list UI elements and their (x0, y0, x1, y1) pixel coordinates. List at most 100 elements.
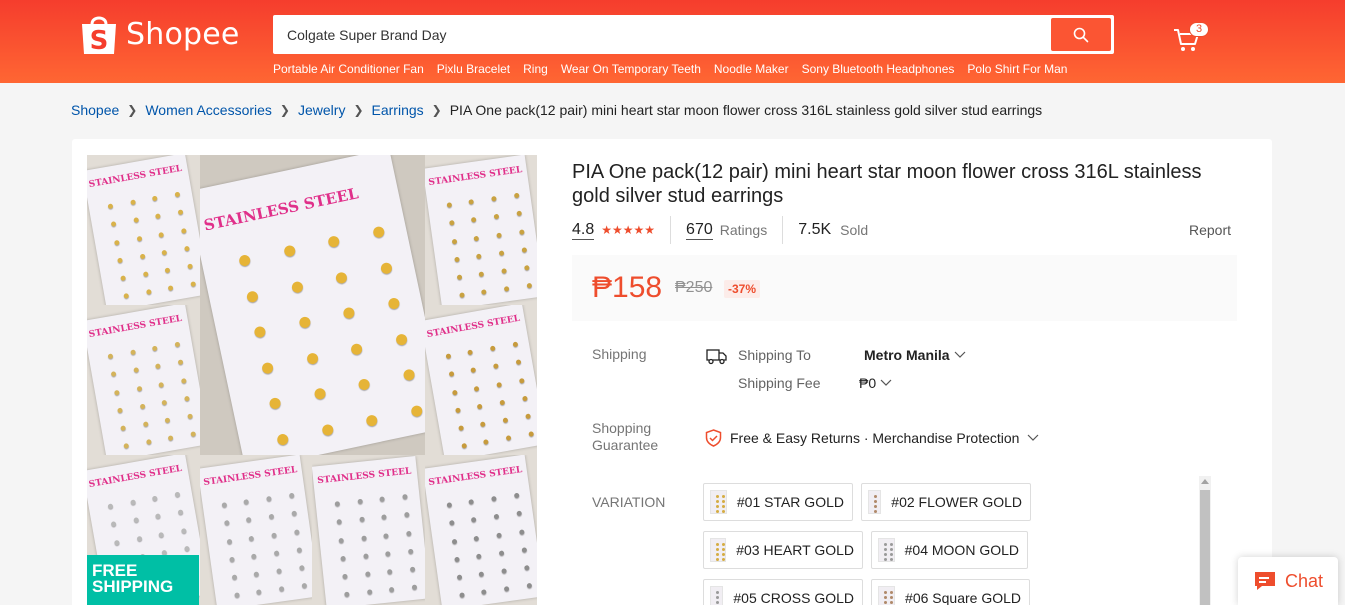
variation-option-flower-gold[interactable]: #02 FLOWER GOLD (861, 483, 1031, 521)
thumbnail-stud (716, 558, 719, 561)
variation-scrollbar[interactable] (1199, 476, 1211, 605)
thumbnail-stud (722, 495, 725, 498)
earring-stud (135, 535, 142, 542)
suggestion-link[interactable]: Wear On Temporary Teeth (561, 62, 701, 76)
breadcrumb-link-shopee[interactable]: Shopee (71, 102, 119, 118)
earring-stud (245, 517, 252, 523)
collage-tile: STAINLESS STEEL (312, 455, 425, 605)
earring-stud (190, 281, 197, 288)
earring-stud (381, 514, 387, 521)
discount-badge: -37% (724, 280, 761, 298)
earring-stud (230, 574, 237, 581)
thumbnail-stud (716, 601, 719, 604)
variation-option-star-gold[interactable]: #01 STAR GOLD (703, 483, 853, 521)
earring-stud (139, 253, 145, 260)
thumbnail-stud (880, 495, 881, 498)
breadcrumb-link-earrings[interactable]: Earrings (372, 102, 424, 118)
thumbnail-stud (884, 596, 887, 599)
shipping-to-dropdown[interactable]: Metro Manila (864, 347, 966, 363)
suggestion-link[interactable]: Ring (523, 62, 548, 76)
search-icon (1073, 27, 1089, 42)
sold-count: 7.5K (798, 221, 832, 238)
earring-stud (237, 254, 252, 268)
earring-stud (364, 571, 370, 577)
earring-stud (187, 413, 194, 420)
shopee-logo[interactable]: S Shopee (79, 12, 240, 56)
earring-stud (458, 292, 465, 299)
guarantee-dropdown[interactable]: Free & Easy Returns · Merchandise Protec… (705, 429, 1039, 447)
earring-stud (253, 325, 267, 339)
earring-stud (129, 199, 136, 206)
earring-stud (184, 245, 190, 252)
thumbnail-stud (716, 543, 719, 546)
breadcrumb-link-jewelry[interactable]: Jewelry (298, 102, 345, 118)
report-link[interactable]: Report (1189, 222, 1231, 238)
search-button[interactable] (1051, 18, 1111, 51)
earring-stud (357, 377, 371, 391)
earring-stud (371, 225, 385, 239)
earring-stud (300, 583, 307, 589)
rating-stars-icon: ★★★★★ (601, 223, 656, 237)
suggestion-link[interactable]: Polo Shirt For Man (967, 62, 1067, 76)
guarantee-label: Shopping Guarantee (592, 420, 658, 454)
thumbnail-stud (890, 601, 893, 604)
earring-stud (113, 539, 120, 546)
earring-stud (409, 404, 423, 418)
earring-stud (167, 435, 174, 442)
earring-stud (295, 546, 302, 553)
scroll-up-arrow-icon[interactable] (1201, 479, 1209, 484)
earring-card: STAINLESS STEEL (200, 455, 312, 605)
thumbnail-stud (722, 553, 725, 556)
breadcrumb-link-women-accessories[interactable]: Women Accessories (145, 102, 272, 118)
chat-button[interactable]: Chat (1238, 557, 1338, 605)
thumbnail-stud (716, 591, 719, 594)
earring-stud (113, 239, 120, 246)
earring-stud (503, 586, 510, 592)
shipping-fee-dropdown[interactable]: ₱0 (859, 375, 892, 391)
suggestion-link[interactable]: Noodle Maker (714, 62, 789, 76)
variation-option-label: #06 Square GOLD (905, 590, 1021, 605)
thumbnail-stud (722, 500, 725, 503)
cart-button[interactable]: 3 (1172, 22, 1209, 56)
variation-option-moon-gold[interactable]: #04 MOON GOLD (871, 531, 1028, 569)
suggestion-link[interactable]: Sony Bluetooth Headphones (802, 62, 955, 76)
variation-option-cross-gold[interactable]: #05 CROSS GOLD (703, 579, 863, 605)
variation-option-square-gold[interactable]: #06 Square GOLD (871, 579, 1030, 605)
earring-stud (401, 368, 416, 382)
earring-stud (387, 568, 393, 575)
earring-stud (282, 244, 296, 258)
earring-stud (132, 367, 139, 374)
earring-stud (495, 532, 502, 538)
search-input[interactable] (273, 15, 1043, 54)
variation-thumbnail (878, 538, 895, 562)
earring-stud (386, 297, 400, 311)
chevron-down-icon (1028, 434, 1039, 441)
guarantee-label-line2: Guarantee (592, 437, 659, 453)
earring-stud (180, 527, 187, 534)
collage-tile: STAINLESS STEEL (425, 155, 537, 305)
earring-stud (490, 495, 497, 502)
earring-stud (275, 568, 282, 574)
earring-stud (513, 492, 519, 499)
product-image[interactable]: STAINLESS STEEL STAINLESS STEEL STAINLESS … (87, 155, 537, 605)
thumbnail-stud (884, 553, 887, 556)
thumbnail-stud (890, 553, 893, 556)
divider (782, 216, 784, 244)
suggestion-link[interactable]: Pixlu Bracelet (437, 62, 510, 76)
earring-stud (158, 381, 165, 388)
earring-stud (164, 417, 171, 424)
chevron-right-icon: ❯ (353, 103, 364, 117)
shipping-to-value: Metro Manila (864, 347, 950, 363)
earring-stud (161, 249, 168, 256)
scrollbar-thumb[interactable] (1200, 490, 1210, 605)
earring-stud (135, 385, 142, 392)
rating-value[interactable]: 4.8 (572, 221, 595, 240)
thumbnail-stud (722, 505, 725, 508)
earring-stud (518, 377, 524, 384)
variation-option-heart-gold[interactable]: #03 HEART GOLD (703, 531, 863, 569)
earring-stud (152, 195, 158, 202)
collage-tile: STAINLESS STEEL (87, 305, 200, 455)
thumbnail-stud (722, 543, 725, 546)
ratings-count[interactable]: 670 (686, 221, 713, 240)
suggestion-link[interactable]: Portable Air Conditioner Fan (273, 62, 424, 76)
